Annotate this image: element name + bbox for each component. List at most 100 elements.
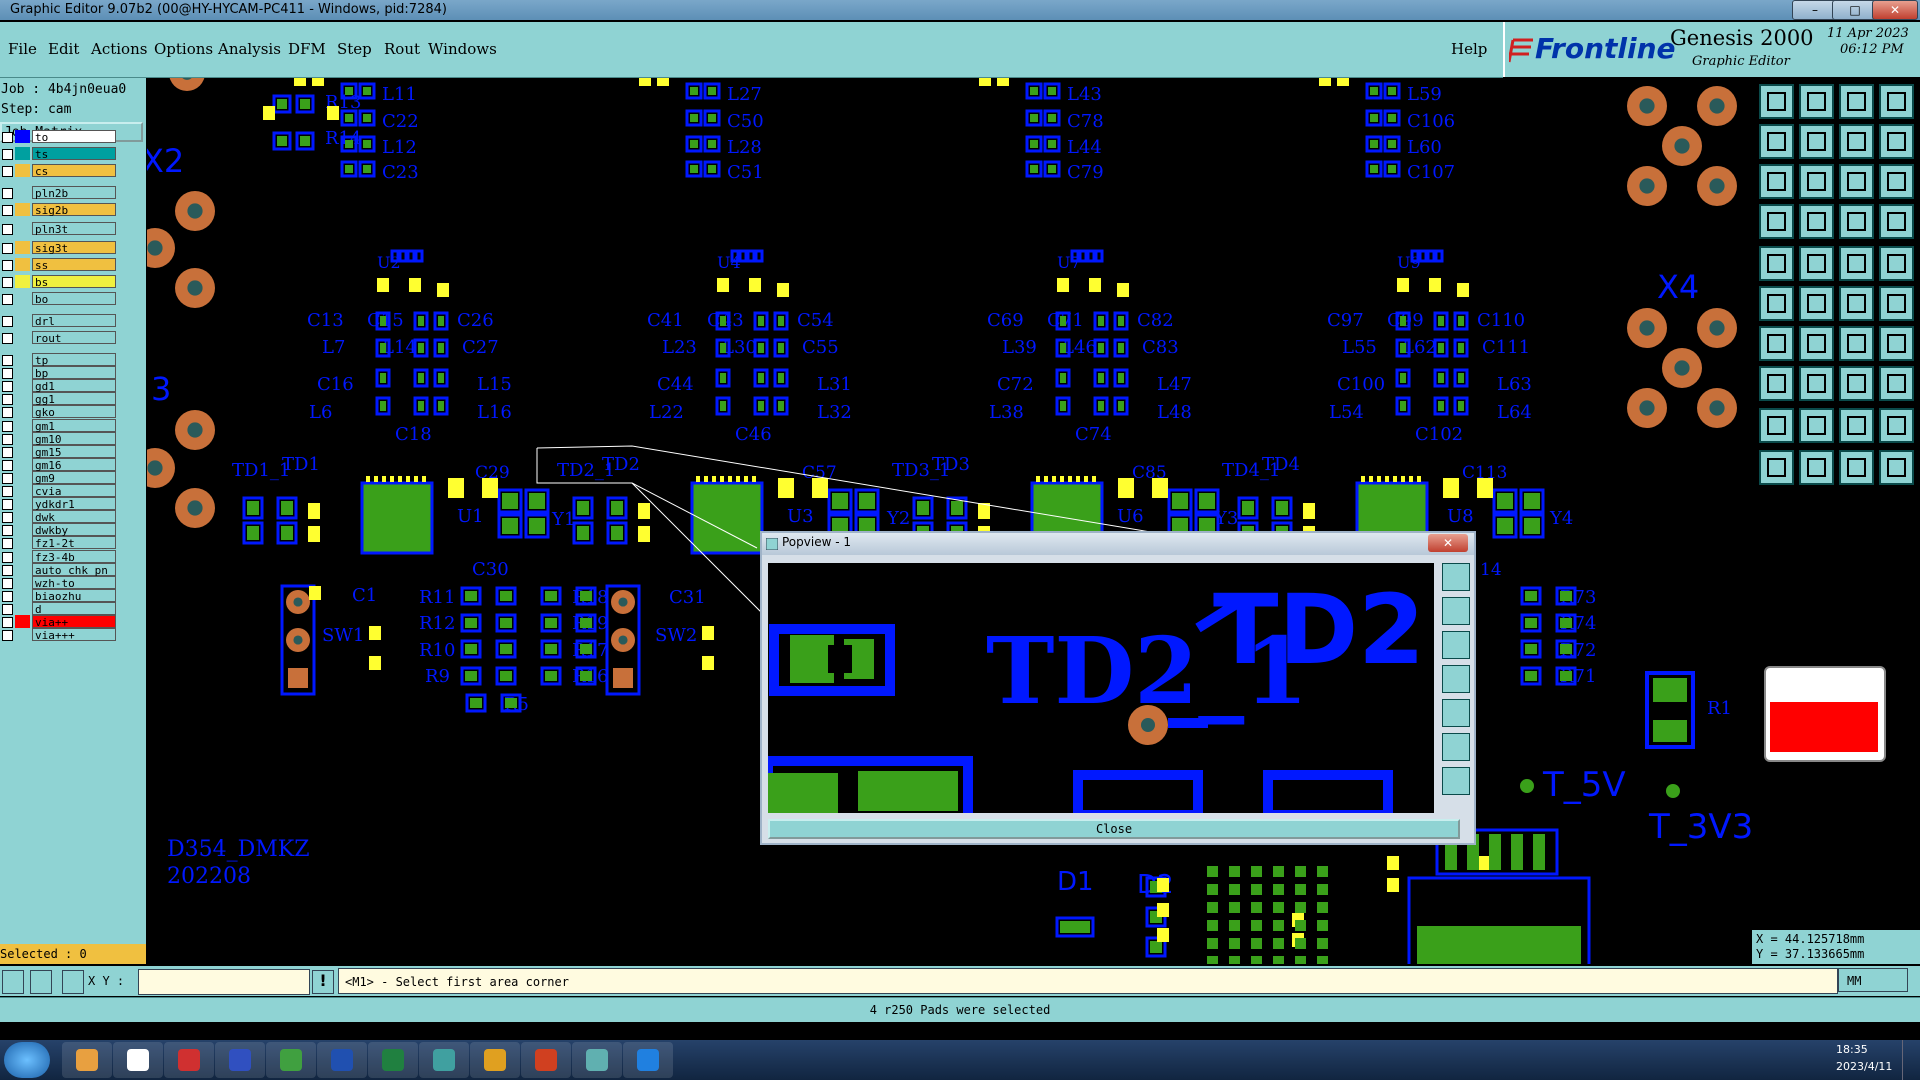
pointer3-icon[interactable] (1839, 450, 1874, 485)
layer-checkbox[interactable] (2, 564, 13, 576)
node-icon[interactable] (1759, 286, 1794, 321)
menu-actions[interactable]: Actions (91, 40, 147, 58)
layer-row-cs[interactable]: cs (0, 164, 116, 178)
layer-name[interactable]: sig2b (32, 203, 116, 217)
warning3-icon[interactable] (1839, 408, 1874, 443)
layer-row-via-[interactable]: via++ (0, 615, 116, 629)
layer-row-pln2b[interactable]: pln2b (0, 186, 116, 200)
layer-checkbox[interactable] (2, 224, 13, 235)
layer-row-tp[interactable]: tp (0, 353, 116, 367)
layer-name[interactable]: auto_chk_pn (32, 562, 116, 577)
layer-row-to[interactable]: to (0, 130, 116, 144)
start-button[interactable] (4, 1042, 50, 1078)
open-icon[interactable] (1759, 84, 1794, 119)
layer-checkbox[interactable] (2, 512, 13, 524)
layer-name[interactable]: bs (32, 275, 116, 289)
pad-icon[interactable] (1759, 246, 1794, 281)
flip-icon[interactable] (1879, 326, 1914, 361)
layer-checkbox[interactable] (2, 538, 13, 550)
layer-row-sig2b[interactable]: sig2b (0, 203, 116, 217)
taskbar-editor-icon[interactable] (470, 1042, 520, 1078)
layer-name[interactable]: gm16 (32, 457, 116, 472)
layer-checkbox[interactable] (2, 316, 13, 327)
minus-icon[interactable] (1799, 366, 1834, 401)
layer-checkbox[interactable] (2, 166, 13, 177)
layer-checkbox[interactable] (2, 355, 13, 366)
menu-file[interactable]: File (8, 40, 37, 58)
layer-row-wzh-to[interactable]: wzh-to (0, 575, 116, 590)
snap-icon[interactable] (2, 970, 24, 994)
layer-name[interactable]: bo (32, 292, 116, 306)
zoom-area-icon[interactable] (1759, 164, 1794, 199)
menu-options[interactable]: Options (154, 40, 213, 58)
layer-row-gko[interactable]: gko (0, 405, 116, 419)
taskbar-app-icon[interactable] (164, 1042, 214, 1078)
layer-name[interactable]: fz3-4b (32, 549, 116, 564)
pan-icon[interactable] (1839, 124, 1874, 159)
layer-name[interactable]: drl (32, 314, 116, 328)
pv-fit-icon[interactable] (1442, 733, 1470, 761)
layer-checkbox[interactable] (2, 420, 13, 432)
layer-name[interactable]: wzh-to (32, 575, 116, 590)
zoom-home-icon[interactable] (1799, 164, 1834, 199)
xy-input[interactable] (138, 969, 310, 995)
popview-title-bar[interactable]: Popview - 1 ✕ (762, 533, 1474, 555)
layer-row-ydkdr1[interactable]: ydkdr1 (0, 497, 116, 511)
layer-row-rout[interactable]: rout (0, 331, 116, 345)
slope-icon[interactable] (1799, 246, 1834, 281)
layer-name[interactable]: gm10 (32, 431, 116, 446)
layer-checkbox[interactable] (2, 499, 13, 511)
layer-row-pln3t[interactable]: pln3t (0, 222, 116, 236)
layer-row-fz3-4b[interactable]: fz3-4b (0, 549, 116, 564)
cross-icon[interactable] (1799, 286, 1834, 321)
layer-row-via-[interactable]: via+++ (0, 628, 116, 642)
menu-step[interactable]: Step (337, 40, 372, 58)
layer-name[interactable]: rout (32, 331, 116, 345)
pointer-icon[interactable] (1759, 450, 1794, 485)
net-icon[interactable] (1839, 204, 1874, 239)
layer-row-biaozhu[interactable]: biaozhu (0, 588, 116, 603)
layer-name[interactable]: d (32, 601, 116, 616)
layer-checkbox[interactable] (2, 277, 13, 288)
taskbar-pcb-icon[interactable] (266, 1042, 316, 1078)
layer-name[interactable]: bp (32, 366, 116, 380)
layer-name[interactable]: via++ (32, 615, 116, 629)
layer-name[interactable]: pln3t (32, 222, 116, 236)
layer-name[interactable]: sig3t (32, 241, 116, 255)
zoom-out-icon[interactable] (1799, 124, 1834, 159)
warning2-icon[interactable] (1799, 408, 1834, 443)
layer-checkbox[interactable] (2, 188, 13, 199)
layer-checkbox[interactable] (2, 260, 13, 271)
popview-close-button[interactable]: Close (768, 819, 1460, 839)
layer-checkbox[interactable] (2, 630, 13, 642)
layer-name[interactable]: gm1 (32, 418, 116, 433)
layer-row-gm10[interactable]: gm10 (0, 431, 116, 446)
layer-checkbox[interactable] (2, 459, 13, 471)
pointer2-icon[interactable] (1799, 450, 1834, 485)
warning1-icon[interactable] (1759, 408, 1794, 443)
taskbar-viewer-icon[interactable] (521, 1042, 571, 1078)
layer-checkbox[interactable] (2, 394, 13, 406)
layer-checkbox[interactable] (2, 525, 13, 537)
info-icon[interactable]: ! (312, 970, 334, 994)
menu-dfm[interactable]: DFM (288, 40, 326, 58)
layer-name[interactable]: dwkby (32, 523, 116, 537)
pv-zoom-icon[interactable] (1442, 563, 1470, 591)
layer-checkbox[interactable] (2, 294, 13, 305)
taskbar-notepad-icon[interactable] (113, 1042, 163, 1078)
layer-name[interactable]: gm9 (32, 470, 116, 485)
layer-checkbox[interactable] (2, 368, 13, 380)
taskbar-shell-icon[interactable] (62, 1042, 112, 1078)
arc-icon[interactable] (1839, 286, 1874, 321)
pointer4-icon[interactable] (1879, 450, 1914, 485)
layer-row-dwk[interactable]: dwk (0, 510, 116, 524)
pv-right-icon[interactable] (1442, 699, 1470, 727)
layer-checkbox[interactable] (2, 486, 13, 497)
layer-row-gm1[interactable]: gm1 (0, 418, 116, 433)
zoom-in-icon[interactable] (1759, 124, 1794, 159)
layer-checkbox[interactable] (2, 551, 13, 563)
layer-checkbox[interactable] (2, 617, 13, 628)
popview-canvas[interactable]: TD2_1 TD2 (768, 563, 1434, 813)
layer-checkbox[interactable] (2, 603, 13, 615)
circle-icon[interactable] (1879, 246, 1914, 281)
